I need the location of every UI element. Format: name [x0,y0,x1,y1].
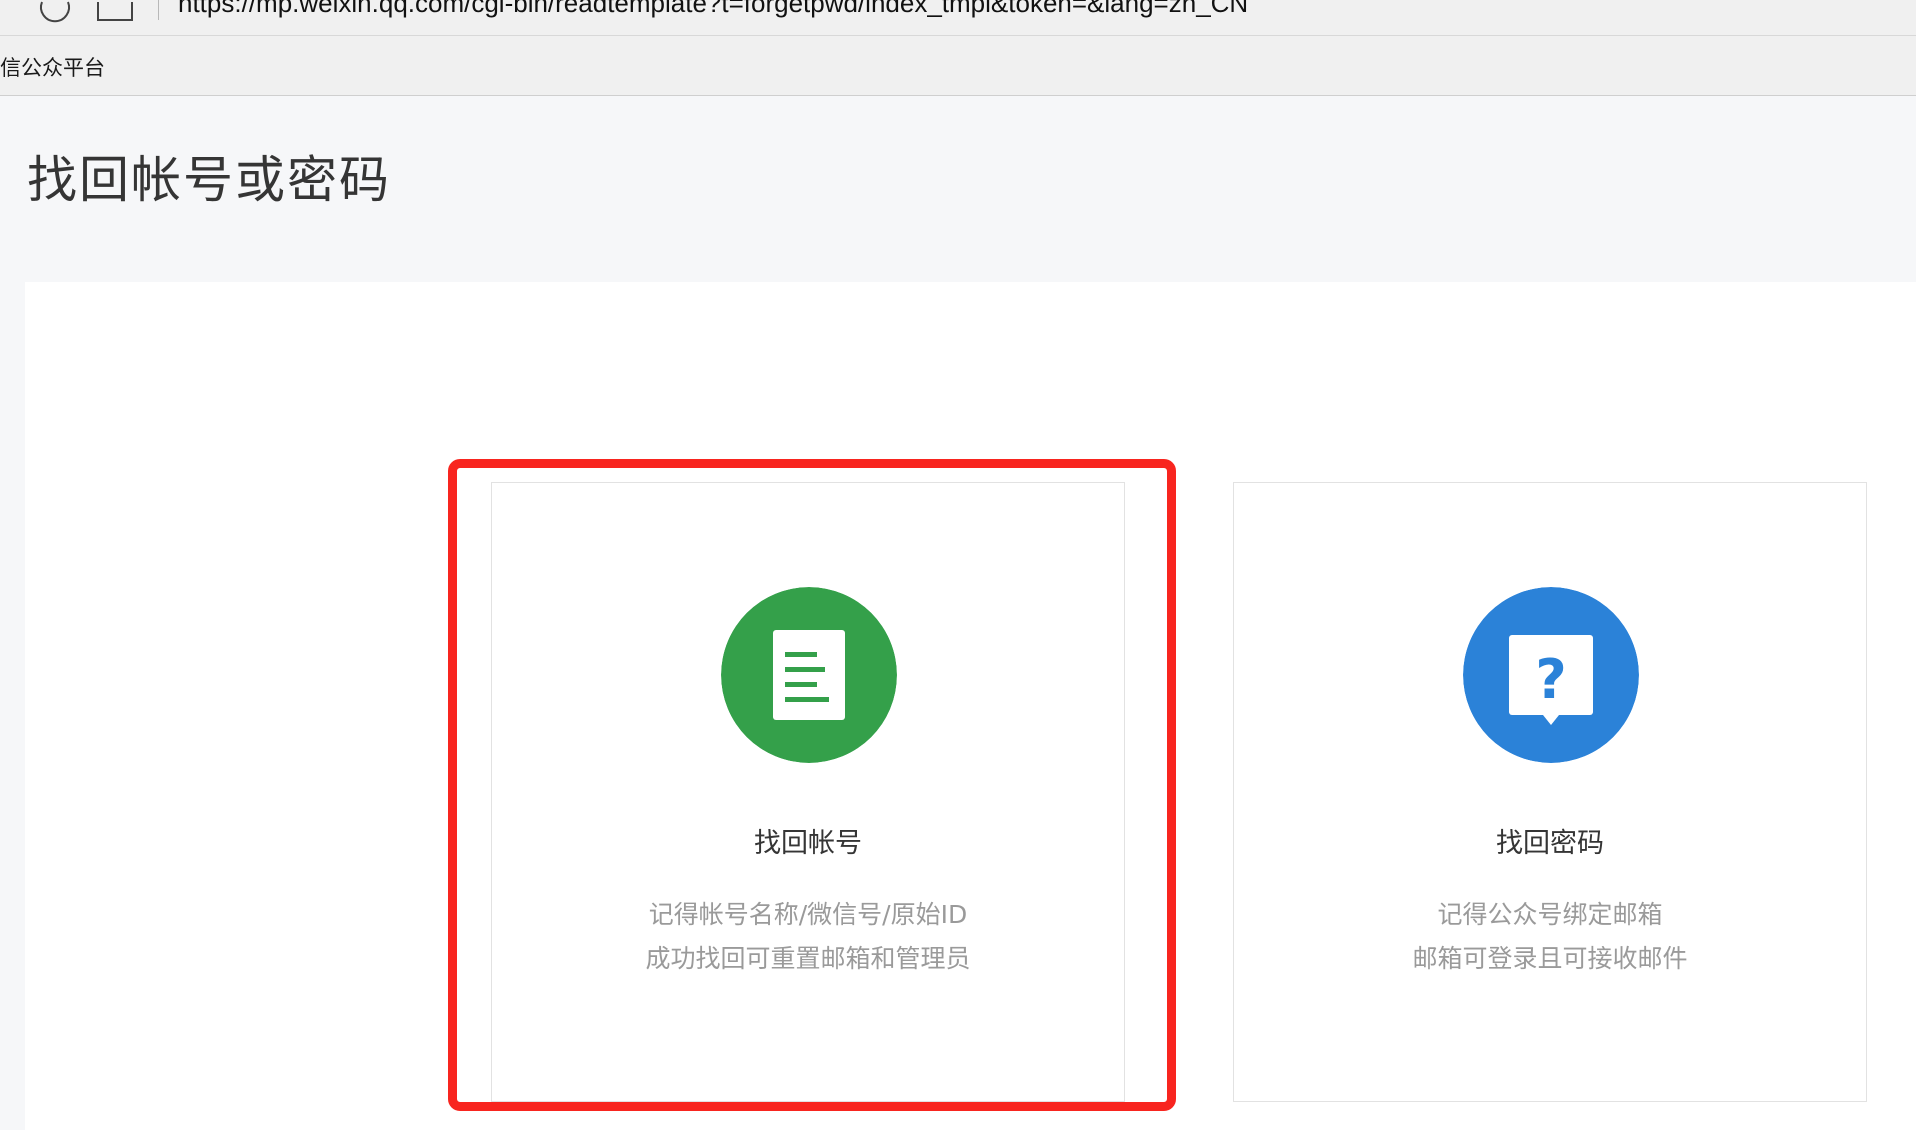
recover-password-description: 记得公众号绑定邮箱 邮箱可登录且可接收邮件 [1234,893,1866,981]
recover-password-card[interactable]: ? 找回密码 记得公众号绑定邮箱 邮箱可登录且可接收邮件 [1233,482,1867,1102]
browser-address-bar: https://mp.weixin.qq.com/cgi-bin/readtem… [0,0,1916,36]
recover-account-title: 找回帐号 [754,828,862,859]
url-divider [158,0,159,20]
document-icon [721,587,897,763]
tab-strip: 信公众平台 [0,36,1916,96]
recover-password-title: 找回密码 [1496,828,1604,859]
recover-account-desc-line1: 记得帐号名称/微信号/原始ID [648,900,968,929]
recover-account-desc-line2: 成功找回可重置邮箱和管理员 [645,944,971,973]
recover-password-desc-line1: 记得公众号绑定邮箱 [1437,900,1663,929]
recover-account-card[interactable]: 找回帐号 记得帐号名称/微信号/原始ID 成功找回可重置邮箱和管理员 [491,482,1125,1102]
recover-account-description: 记得帐号名称/微信号/原始ID 成功找回可重置邮箱和管理员 [492,893,1124,981]
url-field[interactable]: https://mp.weixin.qq.com/cgi-bin/readtem… [178,0,1248,19]
tab-title[interactable]: 信公众平台 [0,52,105,82]
svg-text:?: ? [1535,648,1566,711]
home-icon[interactable] [94,0,138,24]
page-title: 找回帐号或密码 [27,151,391,209]
reload-icon[interactable] [34,0,74,24]
recover-password-desc-line2: 邮箱可登录且可接收邮件 [1412,944,1688,973]
question-bubble-icon: ? [1463,587,1639,763]
